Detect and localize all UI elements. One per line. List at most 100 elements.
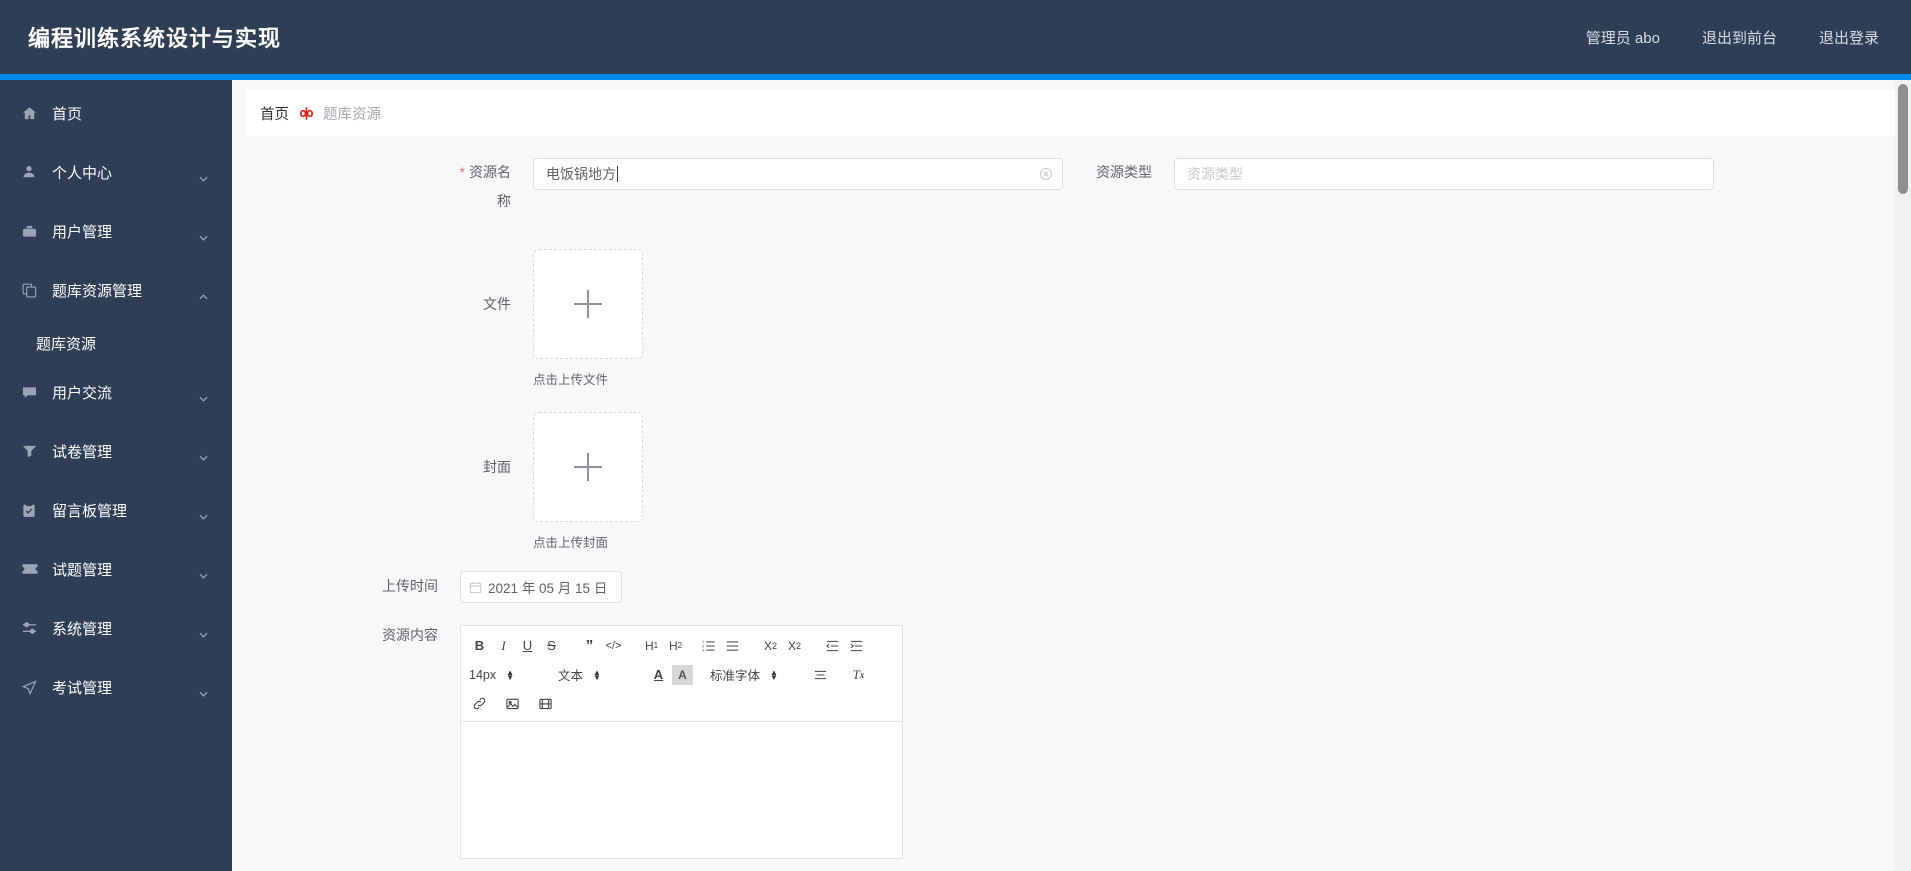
resource-type-label: 资源类型 xyxy=(1096,164,1152,180)
user-icon xyxy=(22,164,44,180)
sidebar-item-exam-paper-management[interactable]: 试卷管理 xyxy=(0,426,232,476)
resource-name-label: 资源名称 xyxy=(469,164,511,209)
font-color-icon[interactable]: A xyxy=(648,665,669,685)
indent-icon[interactable] xyxy=(846,636,867,656)
sidebar-label-question-bank-management: 题库资源管理 xyxy=(52,282,143,300)
sidebar-item-personal-center[interactable]: 个人中心 xyxy=(0,147,232,197)
chevron-down-icon xyxy=(199,566,208,579)
sidebar-item-user-management[interactable]: 用户管理 xyxy=(0,206,232,256)
resource-form: * 资源名称 电饭锅地方 资源类型 资源类型 文件 点击上传文件 封面 点击上传… xyxy=(232,136,1911,859)
bold-icon[interactable]: B xyxy=(469,636,490,656)
superscript-icon[interactable]: X2 xyxy=(784,636,805,656)
upload-time-datepicker[interactable]: 2021 年 05 月 15 日 xyxy=(460,571,622,603)
block-type-select[interactable]: 文本 ▲ ▼ xyxy=(558,665,636,685)
red-flower-icon xyxy=(298,105,314,121)
chevron-down-icon xyxy=(199,169,208,182)
font-size-select[interactable]: 14px ▲ ▼ xyxy=(469,665,541,685)
heading1-icon[interactable]: H1 xyxy=(641,636,662,656)
editor-content-area[interactable] xyxy=(461,722,902,858)
sidebar-label-user-management: 用户管理 xyxy=(52,223,113,241)
sidebar-subitem-question-bank-resource[interactable]: 题库资源 xyxy=(0,319,232,367)
file-upload-label: 文件 xyxy=(483,296,511,312)
sidebar-label-message-board-management: 留言板管理 xyxy=(52,502,128,520)
image-icon[interactable] xyxy=(502,694,523,714)
video-icon[interactable] xyxy=(535,694,556,714)
plus-icon xyxy=(574,453,602,481)
send-icon xyxy=(22,679,44,695)
outdent-icon[interactable] xyxy=(822,636,843,656)
sidebar-item-system-management[interactable]: 系统管理 xyxy=(0,603,232,653)
sidebar-item-message-board-management[interactable]: 留言板管理 xyxy=(0,485,232,535)
ordered-list-icon[interactable]: 123 xyxy=(698,636,719,656)
resource-name-input[interactable]: 电饭锅地方 xyxy=(533,158,1063,190)
underline-icon[interactable]: U xyxy=(517,636,538,656)
chat-icon xyxy=(22,384,44,400)
link-icon[interactable] xyxy=(469,694,490,714)
code-icon[interactable]: </> xyxy=(603,636,624,656)
resource-name-label-wrap: * 资源名称 xyxy=(447,158,525,216)
sliders-icon xyxy=(22,620,44,636)
resource-name-value: 电饭锅地方 xyxy=(546,166,616,182)
ticket-icon xyxy=(22,561,44,577)
align-icon[interactable] xyxy=(810,665,831,685)
chevron-down-icon xyxy=(199,625,208,638)
sidebar-item-question-bank-management[interactable]: 题库资源管理 xyxy=(0,265,232,315)
resource-type-input[interactable]: 资源类型 xyxy=(1174,158,1714,190)
sidebar-label-exam-paper-management: 试卷管理 xyxy=(52,443,113,461)
heading2-icon[interactable]: H2 xyxy=(665,636,686,656)
subscript-icon[interactable]: X2 xyxy=(760,636,781,656)
sidebar-label-user-communication: 用户交流 xyxy=(52,384,113,402)
page-scrollbar-track[interactable] xyxy=(1895,80,1911,871)
strikethrough-icon[interactable]: S xyxy=(541,636,562,656)
editor-toolbar-row-1: B I U S ” </> H1 H2 123 X 2 X 2 xyxy=(469,634,894,657)
circle-close-icon[interactable] xyxy=(1039,167,1053,181)
chevron-down-icon xyxy=(199,507,208,520)
text-caret xyxy=(617,166,618,182)
italic-icon[interactable]: I xyxy=(493,636,514,656)
sidebar-item-home[interactable]: 首页 xyxy=(0,88,232,138)
chevron-down-icon xyxy=(199,228,208,241)
clear-format-icon[interactable]: Tx xyxy=(848,665,869,685)
sidebar-item-exam-management[interactable]: 考试管理 xyxy=(0,662,232,712)
font-family-select[interactable]: 标准字体 ▲ ▼ xyxy=(710,665,798,685)
cover-upload-label: 封面 xyxy=(483,459,511,475)
unordered-list-icon[interactable] xyxy=(722,636,743,656)
spinner-icon: ▲ ▼ xyxy=(506,667,515,682)
breadcrumb-home[interactable]: 首页 xyxy=(260,103,289,124)
clipboard-icon xyxy=(22,502,44,518)
blockquote-icon[interactable]: ” xyxy=(579,636,600,656)
form-row-resource-content: 资源内容 B I U S ” </> H1 H2 1 2 3 X 2 X 2 1… xyxy=(232,625,1911,859)
resource-content-label: 资源内容 xyxy=(382,627,438,643)
editor-toolbar-row-3 xyxy=(469,692,894,715)
resource-type-placeholder: 资源类型 xyxy=(1187,166,1243,182)
editor-toolbar: B I U S ” </> H1 H2 123 X 2 X 2 14px ▲ ▼… xyxy=(461,626,902,722)
form-row-name-type: * 资源名称 电饭锅地方 资源类型 资源类型 xyxy=(232,158,1911,216)
background-color-icon[interactable]: A xyxy=(672,664,693,685)
sidebar-label-system-management: 系统管理 xyxy=(52,620,113,638)
spinner-icon: ▲ ▼ xyxy=(593,667,601,682)
page-scrollbar-thumb[interactable] xyxy=(1898,84,1908,194)
main-content: 首页 题库资源 * 资源名称 电饭锅地方 资源类型 资源类型 文件 点击上传文件… xyxy=(232,80,1911,871)
file-upload-dropzone[interactable] xyxy=(533,249,643,359)
sidebar-item-user-communication[interactable]: 用户交流 xyxy=(0,367,232,417)
sidebar-item-question-management[interactable]: 试题管理 xyxy=(0,544,232,594)
form-row-upload-time: 上传时间 2021 年 05 月 15 日 xyxy=(232,571,1911,603)
home-icon xyxy=(22,105,44,121)
form-row-file-upload: 文件 点击上传文件 xyxy=(232,249,1911,388)
exit-to-frontend-link[interactable]: 退出到前台 xyxy=(1702,27,1777,48)
file-upload-tip[interactable]: 点击上传文件 xyxy=(533,369,643,388)
header-accent-bar xyxy=(0,74,1911,80)
funnel-icon xyxy=(22,443,44,459)
sidebar-label-personal-center: 个人中心 xyxy=(52,164,113,182)
chevron-down-icon xyxy=(199,684,208,697)
cover-upload-dropzone[interactable] xyxy=(533,412,643,522)
cover-upload-tip[interactable]: 点击上传封面 xyxy=(533,532,643,551)
plus-icon xyxy=(574,290,602,318)
logout-link[interactable]: 退出登录 xyxy=(1819,27,1879,48)
admin-user-label[interactable]: 管理员 abo xyxy=(1586,27,1660,48)
top-header: 编程训练系统设计与实现 管理员 abo 退出到前台 退出登录 xyxy=(0,0,1911,74)
sidebar-label-question-management: 试题管理 xyxy=(52,561,113,579)
chevron-down-icon xyxy=(199,448,208,461)
spinner-icon: ▲ ▼ xyxy=(770,667,778,682)
header-actions: 管理员 abo 退出到前台 退出登录 xyxy=(1544,27,1879,48)
